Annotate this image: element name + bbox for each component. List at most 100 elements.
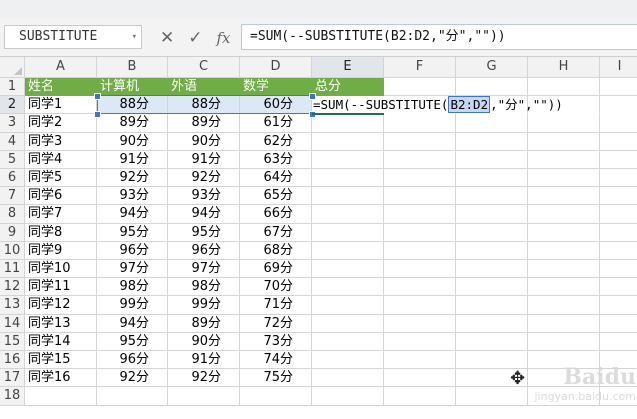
cell-b4[interactable]: 90分	[97, 132, 168, 151]
column-header-d[interactable]: D	[240, 57, 312, 78]
cell-c18[interactable]	[168, 387, 240, 406]
cell-c4[interactable]: 90分	[168, 132, 240, 151]
cell-d14[interactable]: 72分	[240, 314, 312, 333]
cell-e15[interactable]	[312, 332, 384, 351]
row-header-10[interactable]: 10	[0, 241, 25, 260]
cell-f6[interactable]	[384, 169, 456, 188]
row-header-2[interactable]: 2	[0, 96, 25, 115]
cell-a1[interactable]: 姓名	[25, 78, 97, 97]
cell-c16[interactable]: 91分	[168, 351, 240, 370]
cell-b3[interactable]: 89分	[97, 114, 168, 133]
cell-c8[interactable]: 94分	[168, 205, 240, 224]
cell-b15[interactable]: 95分	[97, 332, 168, 351]
cell-e5[interactable]	[312, 150, 384, 169]
cell-a9[interactable]: 同学8	[25, 223, 97, 242]
cell-g13[interactable]	[456, 296, 528, 315]
cell-e18[interactable]	[312, 387, 384, 406]
cell-g6[interactable]	[456, 169, 528, 188]
cancel-icon[interactable]: ✕	[160, 28, 174, 48]
cell-f18[interactable]	[384, 387, 456, 406]
cell-e6[interactable]	[312, 169, 384, 188]
cell-g8[interactable]	[456, 205, 528, 224]
cell-f12[interactable]	[384, 278, 456, 297]
cell-e3[interactable]	[312, 114, 384, 133]
cell-f15[interactable]	[384, 332, 456, 351]
cell-a11[interactable]: 同学10	[25, 260, 97, 279]
cell-f7[interactable]	[384, 187, 456, 206]
cell-h6[interactable]	[528, 169, 600, 188]
cell-a15[interactable]: 同学14	[25, 332, 97, 351]
cell-b7[interactable]: 93分	[97, 187, 168, 206]
cell-c14[interactable]: 89分	[168, 314, 240, 333]
row-header-8[interactable]: 8	[0, 205, 25, 224]
cell-h1[interactable]	[528, 78, 600, 97]
cell-h14[interactable]	[528, 314, 600, 333]
column-header-i[interactable]: I	[600, 57, 637, 78]
cell-f5[interactable]	[384, 150, 456, 169]
cell-i13[interactable]	[600, 296, 637, 315]
cell-d16[interactable]: 74分	[240, 351, 312, 370]
cell-d10[interactable]: 68分	[240, 241, 312, 260]
cell-f8[interactable]	[384, 205, 456, 224]
cell-b12[interactable]: 98分	[97, 278, 168, 297]
row-header-6[interactable]: 6	[0, 169, 25, 188]
cell-e10[interactable]	[312, 241, 384, 260]
cell-a8[interactable]: 同学7	[25, 205, 97, 224]
cell-c6[interactable]: 92分	[168, 169, 240, 188]
formula-input[interactable]: =SUM(--SUBSTITUTE(B2:D2,"分",""))	[241, 24, 637, 50]
cell-g15[interactable]	[456, 332, 528, 351]
cell-e11[interactable]	[312, 260, 384, 279]
cell-h4[interactable]	[528, 132, 600, 151]
cell-d4[interactable]: 62分	[240, 132, 312, 151]
cell-d2[interactable]: 60分	[240, 96, 312, 115]
cell-f17[interactable]	[384, 369, 456, 388]
cell-d17[interactable]: 75分	[240, 369, 312, 388]
cell-d11[interactable]: 69分	[240, 260, 312, 279]
cell-c15[interactable]: 90分	[168, 332, 240, 351]
cell-c17[interactable]: 92分	[168, 369, 240, 388]
cell-f4[interactable]	[384, 132, 456, 151]
cell-g9[interactable]	[456, 223, 528, 242]
cell-g14[interactable]	[456, 314, 528, 333]
cell-f3[interactable]	[384, 114, 456, 133]
cell-g5[interactable]	[456, 150, 528, 169]
row-header-12[interactable]: 12	[0, 278, 25, 297]
cell-b11[interactable]: 97分	[97, 260, 168, 279]
row-header-16[interactable]: 16	[0, 351, 25, 370]
cell-i1[interactable]	[600, 78, 637, 97]
cell-c12[interactable]: 98分	[168, 278, 240, 297]
cell-e17[interactable]	[312, 369, 384, 388]
cell-b18[interactable]	[97, 387, 168, 406]
row-header-14[interactable]: 14	[0, 314, 25, 333]
cell-a5[interactable]: 同学4	[25, 150, 97, 169]
cell-e4[interactable]	[312, 132, 384, 151]
chevron-down-icon[interactable]: ▾	[132, 26, 137, 48]
cell-h7[interactable]	[528, 187, 600, 206]
cell-a18[interactable]	[25, 387, 97, 406]
cell-b14[interactable]: 94分	[97, 314, 168, 333]
column-header-b[interactable]: B	[97, 57, 168, 78]
cell-i12[interactable]	[600, 278, 637, 297]
row-header-13[interactable]: 13	[0, 296, 25, 315]
cell-d13[interactable]: 71分	[240, 296, 312, 315]
cell-i8[interactable]	[600, 205, 637, 224]
cell-a13[interactable]: 同学12	[25, 296, 97, 315]
cell-c7[interactable]: 93分	[168, 187, 240, 206]
cell-b6[interactable]: 92分	[97, 169, 168, 188]
cell-e8[interactable]	[312, 205, 384, 224]
row-header-18[interactable]: 18	[0, 387, 25, 406]
cell-e1[interactable]: 总分	[312, 78, 384, 97]
confirm-icon[interactable]: ✓	[188, 28, 202, 48]
cell-a7[interactable]: 同学6	[25, 187, 97, 206]
cell-a2[interactable]: 同学1	[25, 96, 97, 115]
cell-b16[interactable]: 96分	[97, 351, 168, 370]
cell-c3[interactable]: 89分	[168, 114, 240, 133]
cell-d6[interactable]: 64分	[240, 169, 312, 188]
column-header-g[interactable]: G	[456, 57, 528, 78]
column-header-c[interactable]: C	[168, 57, 240, 78]
cell-a3[interactable]: 同学2	[25, 114, 97, 133]
cell-d18[interactable]	[240, 387, 312, 406]
cell-h13[interactable]	[528, 296, 600, 315]
cell-g1[interactable]	[456, 78, 528, 97]
row-header-5[interactable]: 5	[0, 150, 25, 169]
